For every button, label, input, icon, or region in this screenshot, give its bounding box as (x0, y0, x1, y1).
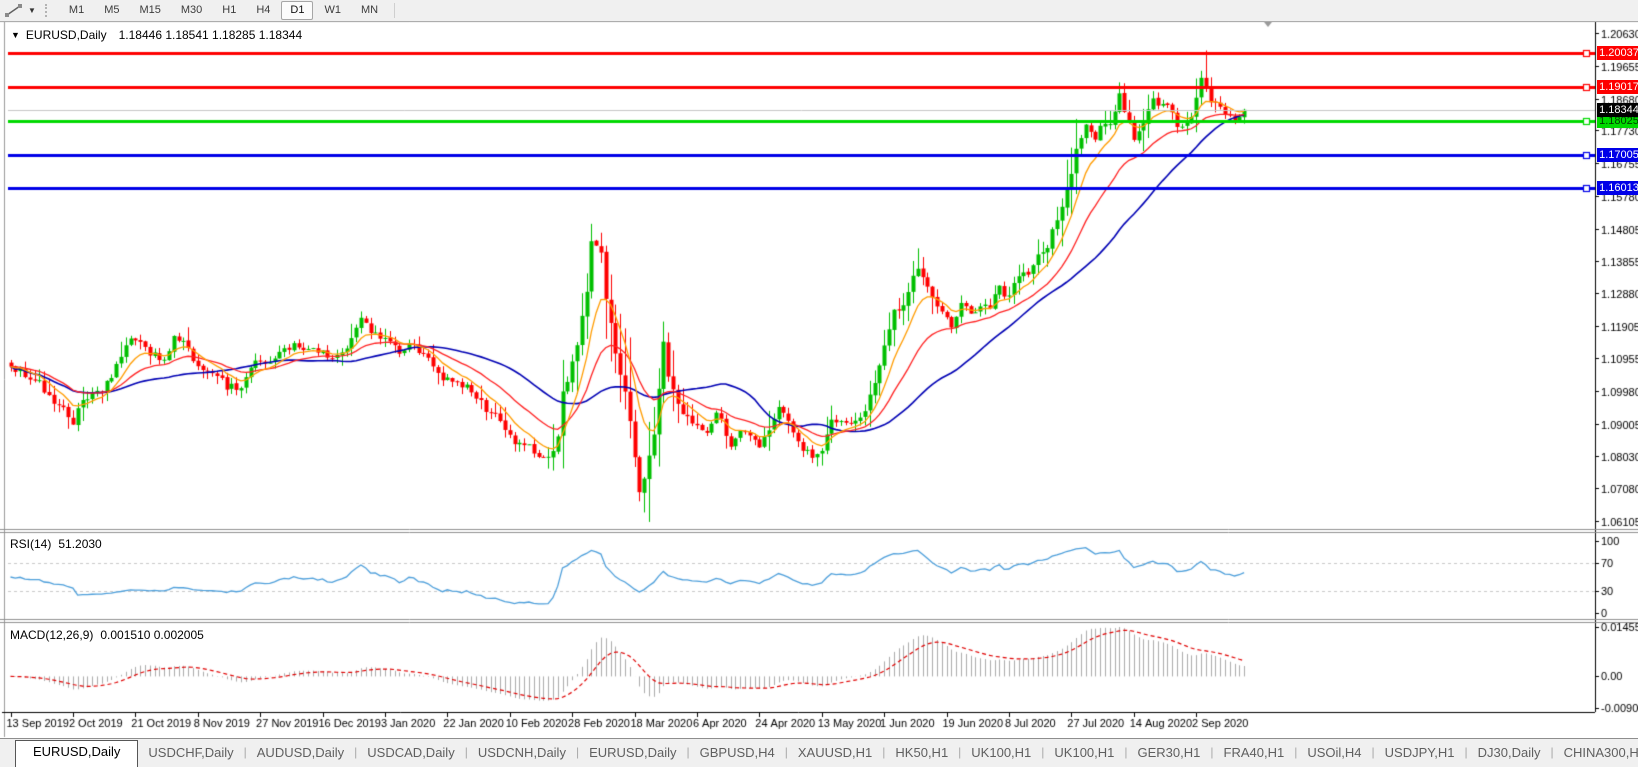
timeframe-button-mn[interactable]: MN (352, 1, 387, 20)
chart-tab-gbpusd-h4[interactable]: GBPUSD,H4 (690, 741, 785, 767)
macd-indicator-label: MACD(12,26,9) 0.001510 0.002005 (10, 628, 204, 642)
current-price-label: 1.18344 (1597, 103, 1638, 117)
chart-tab-china300-h1[interactable]: CHINA300,H1 (1554, 741, 1638, 767)
dropdown-caret-icon[interactable]: ▼ (28, 6, 36, 15)
timeframe-button-h4[interactable]: H4 (247, 1, 279, 20)
toolbar-grip (45, 4, 50, 17)
chart-tab-usdcad-daily[interactable]: USDCAD,Daily (357, 741, 464, 767)
chart-tab-audusd-daily[interactable]: AUDUSD,Daily (247, 741, 354, 767)
rsi-name: RSI(14) (10, 537, 51, 551)
chart-tab-usdcnh-daily[interactable]: USDCNH,Daily (468, 741, 576, 767)
chart-tab-usdjpy-h1[interactable]: USDJPY,H1 (1375, 741, 1465, 767)
chart-symbol-label: EURUSD,Daily (26, 28, 107, 42)
rsi-value: 51.2030 (58, 537, 101, 551)
price-chart-canvas[interactable] (0, 0, 1638, 766)
chart-tab-eurusd-daily[interactable]: EURUSD,Daily (15, 740, 138, 767)
chart-tab-eurusd-daily[interactable]: EURUSD,Daily (579, 741, 686, 767)
timeframe-button-d1[interactable]: D1 (281, 1, 313, 20)
chart-tab-hk50-h1[interactable]: HK50,H1 (885, 741, 958, 767)
price-level-label-1.19017: 1.19017 (1597, 80, 1638, 94)
price-level-label-1.20037: 1.20037 (1597, 46, 1638, 60)
chart-ohlc-quotes: 1.18446 1.18541 1.18285 1.18344 (119, 28, 303, 42)
timeframe-button-m5[interactable]: M5 (95, 1, 128, 20)
chart-tab-ger30-h1[interactable]: GER30,H1 (1128, 741, 1211, 767)
timeframe-button-m30[interactable]: M30 (172, 1, 211, 20)
rsi-indicator-label: RSI(14) 51.2030 (10, 537, 102, 551)
chart-tab-uk100-h1[interactable]: UK100,H1 (1044, 741, 1124, 767)
timeframe-button-w1[interactable]: W1 (315, 1, 350, 20)
line-studies-tool-button[interactable]: ▼ (0, 2, 38, 19)
chart-collapse-caret-icon[interactable]: ▼ (11, 30, 20, 40)
price-level-label-1.17005: 1.17005 (1597, 148, 1638, 162)
chart-tab-fra40-h1[interactable]: FRA40,H1 (1214, 741, 1295, 767)
chart-tab-usdchf-daily[interactable]: USDCHF,Daily (138, 741, 243, 767)
chart-tab-xauusd-h1[interactable]: XAUUSD,H1 (788, 741, 882, 767)
chart-tab-dj30-daily[interactable]: DJ30,Daily (1468, 741, 1551, 767)
timeframe-button-m15[interactable]: M15 (130, 1, 169, 20)
chart-tab-bar: EURUSD,DailyUSDCHF,Daily|AUDUSD,Daily|US… (0, 738, 1638, 767)
trendline-tool-icon (4, 3, 24, 18)
macd-values: 0.001510 0.002005 (100, 628, 203, 642)
chart-tab-usoil-h4[interactable]: USOil,H4 (1297, 741, 1371, 767)
timeframe-button-m1[interactable]: M1 (60, 1, 93, 20)
chart-header: ▼ EURUSD,Daily 1.18446 1.18541 1.18285 1.1… (11, 28, 302, 42)
toolbar-separator (394, 3, 395, 18)
macd-name: MACD(12,26,9) (10, 628, 93, 642)
timeframe-toolbar: ▼ M1M5M15M30H1H4D1W1MN (0, 0, 1638, 22)
timeframe-button-h1[interactable]: H1 (213, 1, 245, 20)
mt4-terminal: { "toolbar": { "timeframes": ["M1","M5",… (0, 0, 1638, 766)
chart-tab-uk100-h1[interactable]: UK100,H1 (961, 741, 1041, 767)
price-level-label-1.16013: 1.16013 (1597, 181, 1638, 195)
timeframe-button-group: M1M5M15M30H1H4D1W1MN (59, 1, 388, 20)
